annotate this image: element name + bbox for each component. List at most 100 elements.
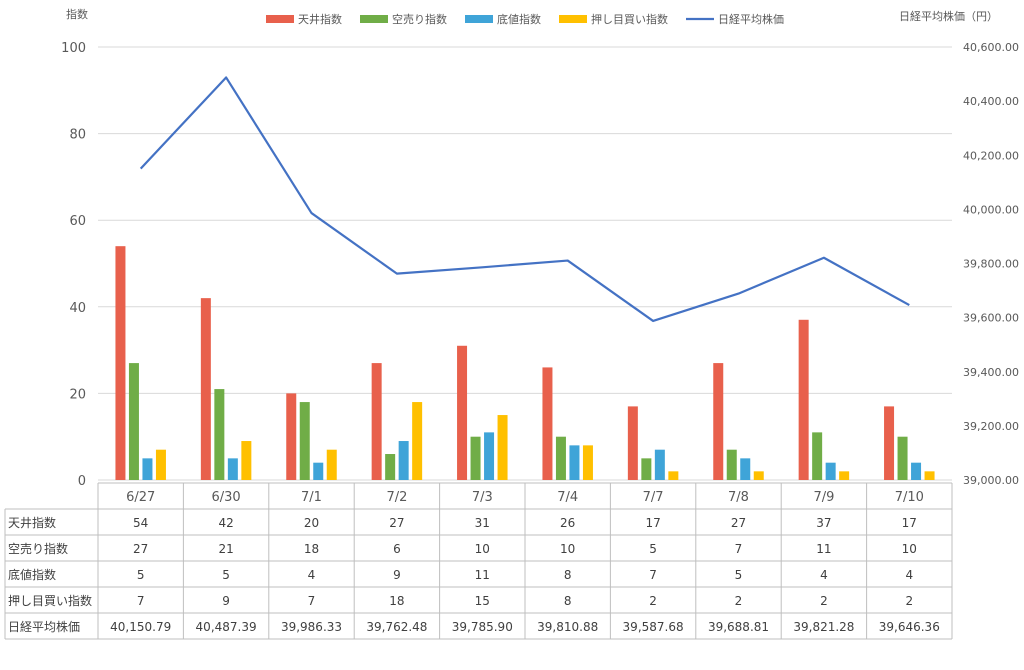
table-cell: 39,587.68 bbox=[623, 620, 684, 634]
bar bbox=[911, 462, 922, 480]
y2-tick-label: 39,200.00 bbox=[963, 420, 1019, 433]
table-cell: 7 bbox=[649, 568, 657, 582]
line-series bbox=[139, 76, 910, 323]
table-cell: 39,688.81 bbox=[708, 620, 769, 634]
x-tick-label: 7/1 bbox=[301, 490, 322, 505]
table-cell: 5 bbox=[649, 542, 657, 556]
y2-tick-label: 39,400.00 bbox=[963, 366, 1019, 379]
x-tick-label: 6/30 bbox=[211, 490, 240, 505]
bar bbox=[726, 449, 737, 480]
table-cell: 2 bbox=[735, 594, 743, 608]
x-tick-label: 7/4 bbox=[557, 490, 578, 505]
y-tick-label: 80 bbox=[69, 128, 86, 143]
legend-label: 天井指数 bbox=[298, 12, 342, 26]
table-cell: 39,762.48 bbox=[366, 620, 427, 634]
table-cell: 7 bbox=[735, 542, 743, 556]
bar bbox=[398, 441, 409, 480]
table-cell: 8 bbox=[564, 568, 572, 582]
y2-axis-title: 日経平均株価（円） bbox=[899, 9, 998, 23]
table-cell: 10 bbox=[902, 542, 917, 556]
table-cell: 7 bbox=[308, 594, 316, 608]
bar bbox=[798, 319, 809, 480]
legend-label: 底値指数 bbox=[497, 12, 541, 26]
table-cell: 15 bbox=[475, 594, 490, 608]
y2-tick-label: 39,600.00 bbox=[963, 312, 1019, 325]
bar bbox=[457, 345, 468, 480]
bar bbox=[654, 449, 665, 480]
bar bbox=[200, 298, 211, 480]
table-cell: 9 bbox=[393, 568, 401, 582]
bar bbox=[884, 406, 895, 480]
legend-swatch bbox=[465, 15, 493, 23]
table-cell: 5 bbox=[735, 568, 743, 582]
table-cell: 42 bbox=[218, 516, 233, 530]
table-cell: 31 bbox=[475, 516, 490, 530]
bar bbox=[627, 406, 638, 480]
y2-tick-label: 40,200.00 bbox=[963, 149, 1019, 162]
bar bbox=[286, 393, 297, 480]
table-cell: 39,646.36 bbox=[879, 620, 940, 634]
table-cell: 2 bbox=[905, 594, 913, 608]
table-cell: 17 bbox=[902, 516, 917, 530]
bar bbox=[924, 471, 935, 480]
x-tick-label: 6/27 bbox=[126, 490, 155, 505]
y-tick-label: 40 bbox=[69, 301, 86, 316]
table-cell: 5 bbox=[137, 568, 145, 582]
table-cell: 10 bbox=[475, 542, 490, 556]
bar bbox=[227, 458, 238, 480]
legend-swatch bbox=[266, 15, 294, 23]
bar bbox=[115, 246, 126, 480]
y-tick-label: 100 bbox=[61, 41, 86, 56]
table-cell: 39,810.88 bbox=[537, 620, 598, 634]
x-tick-label: 7/8 bbox=[728, 490, 749, 505]
table-cell: 4 bbox=[308, 568, 316, 582]
bar bbox=[897, 436, 908, 480]
bar bbox=[142, 458, 153, 480]
combo-chart: 0 20 40 60 80 100 39,000.00 39,200.00 39,400.00 3… bbox=[4, 7, 1019, 640]
table-cell: 18 bbox=[304, 542, 319, 556]
table-row-label: 天井指数 bbox=[8, 515, 56, 530]
bar bbox=[839, 471, 850, 480]
bar bbox=[470, 436, 481, 480]
bar bbox=[555, 436, 566, 480]
table-cell: 39,986.33 bbox=[281, 620, 342, 634]
y2-tick-label: 40,000.00 bbox=[963, 203, 1019, 216]
x-tick-label: 7/2 bbox=[386, 490, 407, 505]
bar bbox=[484, 432, 495, 480]
table-cell: 27 bbox=[731, 516, 746, 530]
x-tick-label: 7/10 bbox=[895, 490, 924, 505]
table-cell: 4 bbox=[905, 568, 913, 582]
y2-tick-label: 40,400.00 bbox=[963, 95, 1019, 108]
table-cell: 40,487.39 bbox=[196, 620, 257, 634]
bar bbox=[326, 449, 337, 480]
table-cell: 4 bbox=[820, 568, 828, 582]
x-tick-label: 7/9 bbox=[813, 490, 834, 505]
table-cell: 21 bbox=[218, 542, 233, 556]
bar bbox=[155, 449, 166, 480]
legend-swatch bbox=[559, 15, 587, 23]
table-cell: 5 bbox=[222, 568, 230, 582]
table-cell: 37 bbox=[816, 516, 831, 530]
table-cell: 20 bbox=[304, 516, 319, 530]
bar bbox=[582, 445, 593, 480]
y-tick-label: 0 bbox=[78, 474, 86, 489]
bar bbox=[825, 462, 836, 480]
y-tick-label: 60 bbox=[69, 214, 86, 229]
y2-tick-label: 40,600.00 bbox=[963, 41, 1019, 54]
table-row-label: 底値指数 bbox=[8, 567, 56, 582]
table-cell: 27 bbox=[389, 516, 404, 530]
table-cell: 26 bbox=[560, 516, 575, 530]
bar bbox=[313, 462, 324, 480]
table-cell: 17 bbox=[645, 516, 660, 530]
bar bbox=[412, 402, 423, 480]
bar bbox=[385, 454, 396, 480]
bar bbox=[542, 367, 553, 480]
table-cell: 2 bbox=[649, 594, 657, 608]
table-cell: 9 bbox=[222, 594, 230, 608]
bar bbox=[753, 471, 764, 480]
table-row-label: 押し目買い指数 bbox=[8, 593, 92, 608]
bar bbox=[299, 402, 310, 480]
bar bbox=[569, 445, 580, 480]
bar bbox=[812, 432, 823, 480]
y2-tick-label: 39,800.00 bbox=[963, 258, 1019, 271]
